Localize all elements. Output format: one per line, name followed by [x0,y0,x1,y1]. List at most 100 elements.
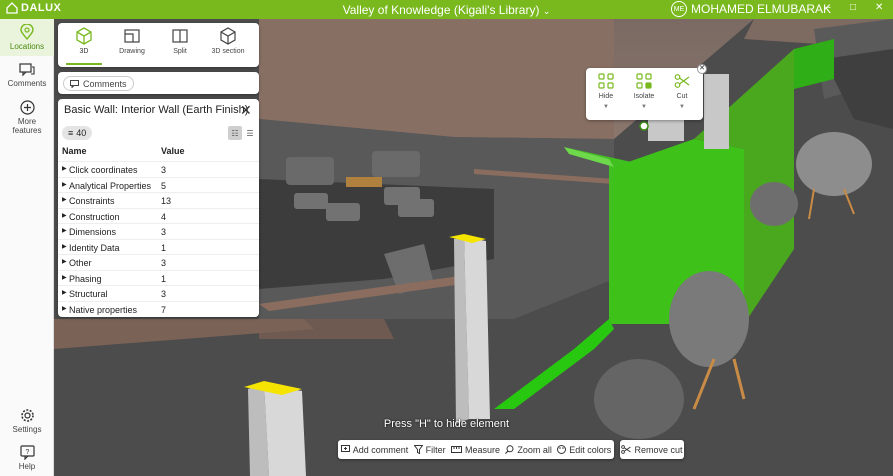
sidebar: Locations Comments More features Setting… [0,19,54,476]
property-name: Constraints [69,196,115,206]
location-pin-icon [20,24,34,40]
property-name: Phasing [69,273,102,284]
view-drawing-button[interactable]: Drawing [112,27,152,55]
filter-label: Filter [425,444,446,455]
scissors-icon [621,445,632,454]
properties-panel: Basic Wall: Interior Wall (Earth Finish)… [58,99,259,317]
tree-view-toggle[interactable]: ☷ [228,126,242,140]
list-view-toggle[interactable]: ☰ [243,126,257,140]
isolate-label: Isolate [633,93,655,100]
cut-button[interactable]: Cut ▼ [663,73,701,110]
view-3d-section-label: 3D section [211,48,245,55]
chevron-down-icon[interactable]: ▼ [663,104,701,110]
sidebar-item-label: Locations [9,42,45,51]
property-row[interactable]: ▶ Click coordinates 3 [58,161,259,177]
property-name: Other [69,258,92,268]
column-header-name: Name [62,146,87,156]
remove-cut-button[interactable]: Remove cut [620,440,684,459]
property-value: 7 [161,304,167,315]
view-split-label: Split [173,48,187,55]
property-value: 3 [161,227,167,237]
property-row[interactable]: ▶ Phasing 1 [58,269,259,286]
minimize-button[interactable]: – [825,2,831,13]
add-comment-icon [340,445,350,452]
comments-panel: Comments [58,72,259,94]
remove-cut-label: Remove cut [634,444,683,455]
isolate-button[interactable]: Isolate ▼ [625,73,663,110]
list-icon: ≡ [68,128,74,138]
view-3d-section-button[interactable]: 3D section [208,27,248,55]
project-title-text: Valley of Knowledge (Kigali's Library) [342,3,540,17]
sidebar-item-comments[interactable]: Comments [0,63,54,88]
property-value: 1 [161,242,167,253]
magnifier-icon [505,445,514,454]
view-drawing-label: Drawing [119,48,145,55]
split-icon [172,29,188,43]
user-name: MOHAMED ELMUBARAK [691,2,832,16]
property-count-badge[interactable]: ≡ 40 [62,126,93,140]
property-row[interactable]: ▶ Constraints 13 [58,192,259,208]
sidebar-item-locations[interactable]: Locations [0,19,54,56]
expand-arrow-icon: ▶ [62,259,67,265]
property-name: Analytical Properties [69,180,152,191]
isolate-icon [636,73,652,89]
svg-text:?: ? [25,449,29,456]
close-window-button[interactable]: ✕ [875,2,883,13]
element-actions-popup: Hide ▼ Isolate ▼ Cut ▼ [586,68,703,120]
properties-title: Basic Wall: Interior Wall (Earth Finish) [64,104,249,116]
expand-arrow-icon: ▶ [62,305,67,312]
user-menu[interactable]: ME MOHAMED ELMUBARAK [671,1,831,17]
property-value: 3 [161,165,167,175]
add-comment-button[interactable]: Add comment [340,445,408,455]
zoom-all-button[interactable]: Zoom all [505,445,552,455]
view-split-button[interactable]: Split [160,27,200,55]
property-row[interactable]: ▶ Other 3 [58,254,259,270]
sidebar-item-label: Help [18,462,36,471]
sidebar-item-more-features[interactable]: More features [0,100,54,135]
property-value: 1 [161,273,167,284]
help-icon: ? [19,445,35,460]
property-row[interactable]: ▶ Construction 4 [58,207,259,224]
property-value: 3 [161,289,167,299]
property-value: 3 [161,258,167,268]
title-bar: DALUX Valley of Knowledge (Kigali's Libr… [0,0,893,19]
maximize-button[interactable]: □ [850,2,856,13]
expand-arrow-icon: ▶ [62,274,67,281]
expand-arrow-icon: ▶ [62,243,67,250]
view-3d-button[interactable]: 3D [64,27,104,65]
close-icon[interactable]: ✕ [697,64,707,74]
measure-label: Measure [464,444,500,455]
avatar: ME [671,1,687,17]
property-row[interactable]: ▶ Structural 3 [58,285,259,301]
chevron-down-icon[interactable]: ▼ [587,104,625,110]
property-row[interactable]: ▶ Dimensions 3 [58,223,259,239]
property-row[interactable]: ▶ Native properties 7 [58,300,259,317]
sidebar-item-help[interactable]: ? Help [0,445,54,471]
cube-icon [76,27,92,45]
filter-button[interactable]: Filter [413,444,446,455]
property-name: Dimensions [69,227,117,237]
property-row[interactable]: ▶ Identity Data 1 [58,238,259,255]
property-value: 4 [161,211,167,222]
chevron-down-icon[interactable]: ▼ [625,104,663,110]
hide-hint: Press "H" to hide element [383,418,510,430]
expand-arrow-icon: ▶ [62,212,67,219]
comments-label: Comments [83,78,127,89]
property-name: Click coordinates [69,165,138,175]
view-3d-label: 3D [79,48,89,55]
property-row[interactable]: ▶ Analytical Properties 5 [58,176,259,193]
filter-icon [413,445,423,454]
hide-icon [598,73,614,89]
property-count: 40 [76,128,87,138]
expand-arrow-icon: ▶ [62,197,67,203]
cut-label: Cut [676,93,688,100]
measure-button[interactable]: Measure [450,444,500,455]
comments-button[interactable]: Comments [63,76,134,91]
expand-arrow-icon: ▶ [62,166,67,172]
comment-icon [19,63,35,77]
hide-button[interactable]: Hide ▼ [587,73,625,110]
close-icon[interactable]: ✕ [240,102,252,119]
plus-circle-icon [19,100,35,115]
bottom-toolbar: Add comment Filter Measure Zoom all Edit… [338,440,614,459]
edit-colors-button[interactable]: Edit colors [557,445,611,455]
